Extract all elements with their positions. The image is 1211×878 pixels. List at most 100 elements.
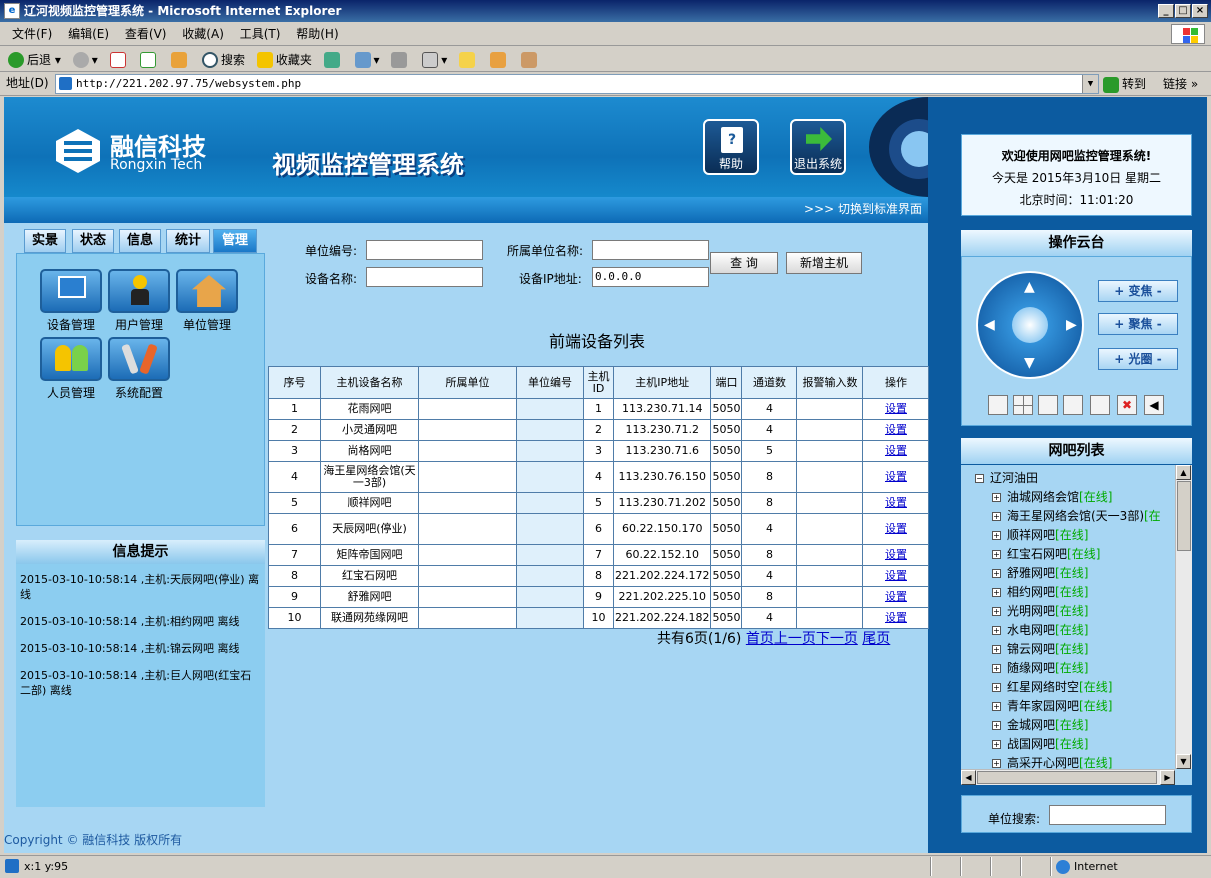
close-button[interactable]: × — [1192, 4, 1208, 18]
search-button[interactable]: 搜索 — [202, 47, 245, 73]
settings-link[interactable]: 设置 — [885, 496, 907, 509]
settings-link[interactable]: 设置 — [885, 470, 907, 483]
tree-item[interactable]: + 金城网吧[在线] — [992, 716, 1088, 733]
menu-view[interactable]: 查看(V) — [125, 22, 167, 46]
expand-icon[interactable]: + — [992, 626, 1001, 635]
tree-item[interactable]: + 顺祥网吧[在线] — [992, 526, 1088, 543]
discuss-button[interactable] — [459, 47, 478, 73]
tree-item[interactable]: + 光明网吧[在线] — [992, 602, 1088, 619]
forward-button[interactable]: ▾ — [72, 47, 98, 73]
scroll-up-icon[interactable]: ▲ — [1176, 465, 1191, 480]
layout-6-icon[interactable] — [1038, 395, 1058, 415]
speaker-icon[interactable]: ◀ — [1144, 395, 1164, 415]
settings-link[interactable]: 设置 — [885, 590, 907, 603]
unit-no-input[interactable] — [366, 240, 483, 260]
expand-icon[interactable]: + — [992, 683, 1001, 692]
switch-interface-link[interactable]: >>> 切换到标准界面 — [804, 202, 922, 216]
settings-link[interactable]: 设置 — [885, 423, 907, 436]
tree-item[interactable]: + 随缘网吧[在线] — [992, 659, 1088, 676]
tab-info[interactable]: 信息 — [119, 229, 161, 253]
expand-icon[interactable]: + — [992, 645, 1001, 654]
tree-item[interactable]: + 战国网吧[在线] — [992, 735, 1088, 752]
layout-16-icon[interactable] — [1090, 395, 1110, 415]
expand-icon[interactable]: + — [992, 531, 1001, 540]
tree-item[interactable]: + 红星网络时空[在线] — [992, 678, 1112, 695]
tree-horizontal-scrollbar[interactable]: ◀ ▶ — [961, 769, 1175, 785]
tree-item[interactable]: + 水电网吧[在线] — [992, 621, 1088, 638]
settings-link[interactable]: 设置 — [885, 548, 907, 561]
system-config-button[interactable] — [108, 337, 170, 381]
expand-icon[interactable]: + — [992, 569, 1001, 578]
scroll-thumb[interactable] — [1177, 481, 1191, 551]
unit-name-input[interactable] — [592, 240, 709, 260]
tree-item[interactable]: + 相约网吧[在线] — [992, 583, 1088, 600]
scroll-down-icon[interactable]: ▼ — [1176, 754, 1191, 769]
tree-vertical-scrollbar[interactable]: ▲ ▼ — [1175, 465, 1192, 769]
tab-manage[interactable]: 管理 — [213, 229, 257, 253]
pager-first[interactable]: 首页 — [746, 631, 774, 647]
tree-item[interactable]: + 舒雅网吧[在线] — [992, 564, 1088, 581]
iris-button[interactable]: + 光圈 - — [1098, 348, 1178, 370]
ptz-center-icon[interactable] — [1012, 307, 1048, 343]
pager-last[interactable]: 尾页 — [862, 631, 890, 647]
focus-button[interactable]: + 聚焦 - — [1098, 313, 1178, 335]
expand-icon[interactable]: + — [992, 550, 1001, 559]
minimize-button[interactable]: _ — [1158, 4, 1174, 18]
favorites-button[interactable]: 收藏夹 — [256, 47, 312, 73]
menu-file[interactable]: 文件(F) — [12, 22, 52, 46]
menu-favorites[interactable]: 收藏(A) — [182, 22, 224, 46]
zoom-button[interactable]: + 变焦 - — [1098, 280, 1178, 302]
tree-item[interactable]: + 海王星网络会馆(天一3部)[在 — [992, 507, 1161, 524]
device-name-input[interactable] — [366, 267, 483, 287]
go-button[interactable]: 转到 — [1103, 73, 1146, 95]
ptz-right-icon[interactable]: ▶ — [1066, 317, 1077, 333]
back-button[interactable]: 后退 ▾ — [8, 47, 61, 73]
edit-button[interactable]: ▾ — [422, 47, 447, 73]
expand-icon[interactable]: + — [992, 588, 1001, 597]
refresh-button[interactable] — [140, 47, 159, 73]
layout-9-icon[interactable] — [1063, 395, 1083, 415]
unit-search-input[interactable] — [1049, 805, 1166, 825]
menu-help[interactable]: 帮助(H) — [296, 22, 338, 46]
print-button[interactable] — [391, 47, 410, 73]
scroll-left-icon[interactable]: ◀ — [961, 770, 976, 785]
tree-item[interactable]: + 锦云网吧[在线] — [992, 640, 1088, 657]
address-dropdown-icon[interactable]: ▼ — [1082, 75, 1098, 93]
links-button[interactable]: 链接 » — [1163, 73, 1198, 95]
settings-link[interactable]: 设置 — [885, 569, 907, 582]
tab-stats[interactable]: 统计 — [166, 229, 210, 253]
expand-icon[interactable]: + — [992, 759, 1001, 768]
settings-link[interactable]: 设置 — [885, 444, 907, 457]
pager-prev[interactable]: 上一页 — [774, 631, 816, 647]
user-manage-button[interactable] — [108, 269, 170, 313]
scroll-right-icon[interactable]: ▶ — [1160, 770, 1175, 785]
layout-1-icon[interactable] — [988, 395, 1008, 415]
device-manage-button[interactable] — [40, 269, 102, 313]
menu-tools[interactable]: 工具(T) — [240, 22, 281, 46]
exit-button[interactable]: 退出系统 — [790, 119, 846, 175]
expand-icon[interactable]: + — [992, 493, 1001, 502]
address-input[interactable]: http://221.202.97.75/websystem.php ▼ — [55, 74, 1099, 94]
hscroll-thumb[interactable] — [977, 771, 1157, 784]
tree-item[interactable]: + 油城网络会馆[在线] — [992, 488, 1112, 505]
expand-icon[interactable]: + — [992, 607, 1001, 616]
research-button[interactable] — [489, 47, 509, 73]
add-host-button[interactable]: 新增主机 — [786, 252, 862, 274]
messenger-button[interactable] — [520, 47, 540, 73]
maximize-button[interactable]: □ — [1175, 4, 1191, 18]
tab-status[interactable]: 状态 — [72, 229, 114, 253]
tree-item[interactable]: + 红宝石网吧[在线] — [992, 545, 1100, 562]
expand-icon[interactable]: + — [992, 664, 1001, 673]
menu-edit[interactable]: 编辑(E) — [68, 22, 109, 46]
expand-icon[interactable]: + — [992, 702, 1001, 711]
history-button[interactable] — [323, 47, 343, 73]
collapse-icon[interactable]: − — [975, 474, 984, 483]
tree-root[interactable]: − 辽河油田 — [975, 469, 1038, 486]
expand-icon[interactable]: + — [992, 512, 1001, 521]
ptz-up-icon[interactable]: ▲ — [1024, 279, 1035, 295]
ptz-direction-pad[interactable]: ▲ ▼ ◀ ▶ — [976, 271, 1084, 379]
unit-manage-button[interactable] — [176, 269, 238, 313]
ptz-left-icon[interactable]: ◀ — [984, 317, 995, 333]
expand-icon[interactable]: + — [992, 721, 1001, 730]
ip-input[interactable]: 0.0.0.0 — [592, 267, 709, 287]
